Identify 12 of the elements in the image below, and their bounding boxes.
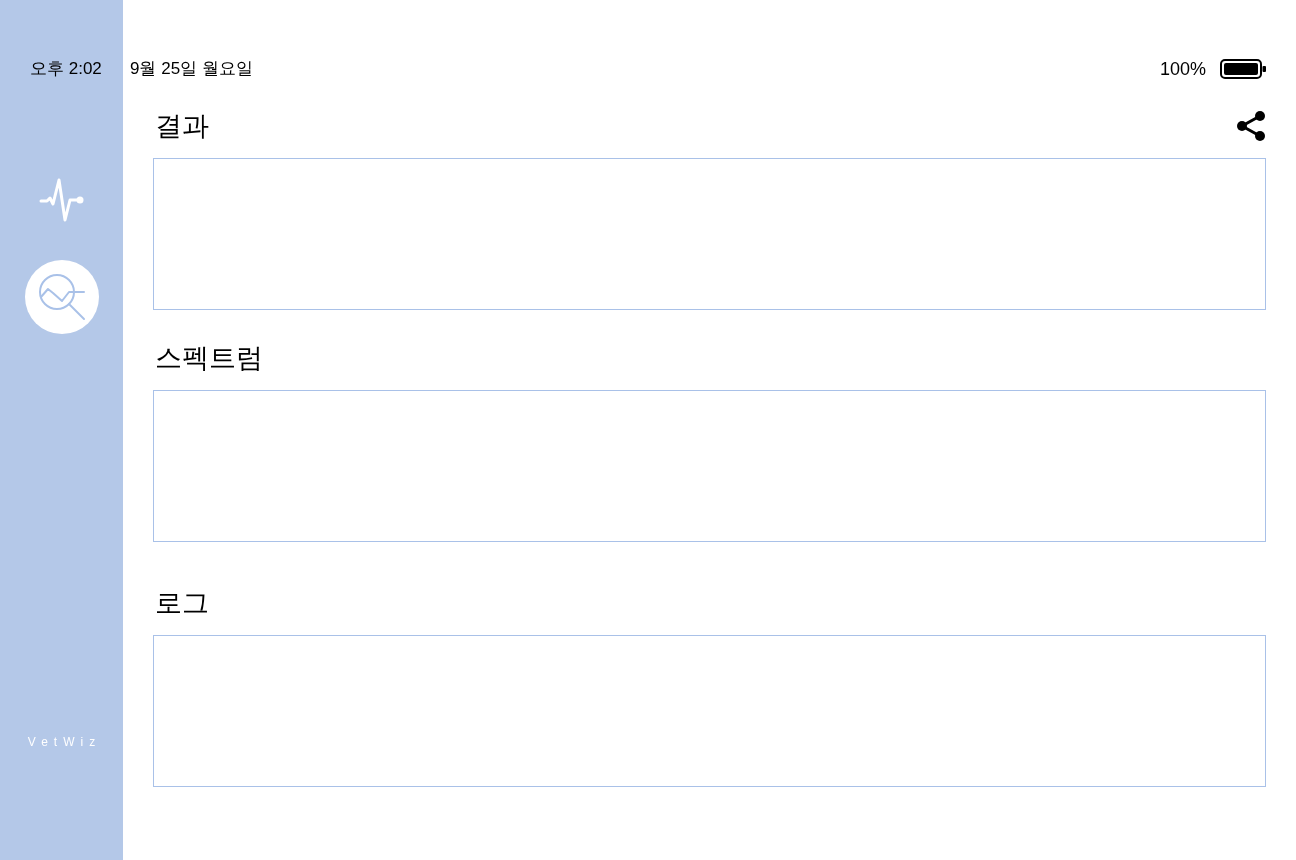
- status-date: 9월 25일 월요일: [130, 58, 253, 80]
- share-icon: [1236, 111, 1266, 141]
- share-button[interactable]: [1236, 111, 1266, 141]
- section-title: 로그: [154, 587, 209, 619]
- heartbeat-icon: [38, 178, 85, 222]
- section-title: 스펙트럼: [154, 342, 263, 374]
- battery-icon: [1220, 59, 1266, 79]
- section-title: 결과: [154, 110, 209, 142]
- battery-percentage: 100%: [1159, 58, 1206, 80]
- chart-magnifier-icon: [37, 273, 86, 321]
- status-time: 오후 2:02: [30, 58, 102, 80]
- logo-text: VetWiz: [26, 734, 102, 750]
